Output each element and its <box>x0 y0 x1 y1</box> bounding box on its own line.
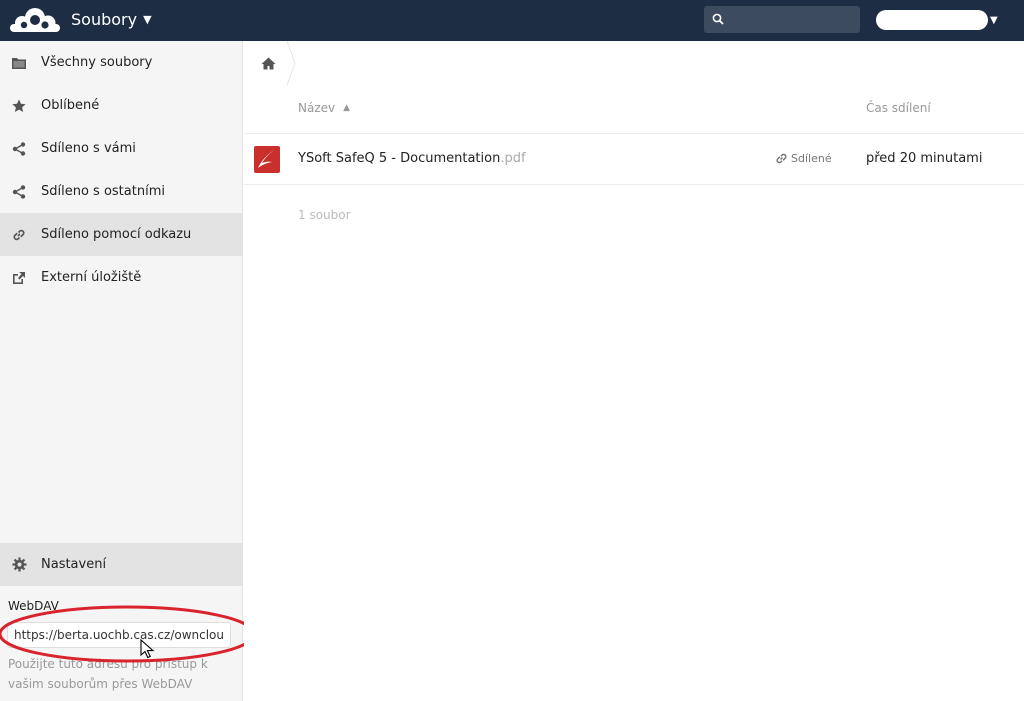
sidebar-item-label: Všechny soubory <box>41 55 153 70</box>
sidebar-item-label: Sdíleno s ostatními <box>41 184 165 199</box>
share-icon <box>9 139 29 159</box>
pdf-file-icon <box>254 146 280 173</box>
sidebar-item-external-storage[interactable]: Externí úložiště <box>0 256 243 299</box>
search-input[interactable] <box>730 9 854 30</box>
sidebar-item-label: Sdíleno s vámi <box>41 141 136 156</box>
sidebar-item-label: Externí úložiště <box>41 270 142 285</box>
folder-icon <box>9 53 29 73</box>
link-icon <box>9 225 29 245</box>
search-icon <box>712 13 724 25</box>
link-icon <box>776 153 787 164</box>
share-status-link[interactable]: Sdílené <box>775 152 832 165</box>
owncloud-logo-icon[interactable] <box>9 6 61 36</box>
sidebar-item-shared-by-link[interactable]: Sdíleno pomocí odkazu <box>0 213 243 256</box>
caret-down-icon: ▼ <box>990 14 998 26</box>
top-header: Soubory ▼ ▼ <box>0 0 1024 41</box>
home-icon[interactable] <box>261 57 276 70</box>
sidebar-item-all-files[interactable]: Všechny soubory <box>0 41 243 84</box>
file-extension: .pdf <box>500 151 526 166</box>
search-box[interactable] <box>704 6 860 33</box>
sidebar-item-label: Oblíbené <box>41 98 100 113</box>
user-name-redacted <box>876 10 988 30</box>
webdav-hint: Použijte tuto adresu pro přístup k vašim… <box>8 657 208 691</box>
share-time: před 20 minutami <box>866 151 983 166</box>
sort-ascending-icon: ▲ <box>343 103 351 113</box>
sidebar-item-favorites[interactable]: Oblíbené <box>0 84 243 127</box>
app-menu[interactable]: Soubory ▼ <box>71 10 152 29</box>
sidebar-item-label: Sdíleno pomocí odkazu <box>41 227 192 242</box>
column-header-share-time[interactable]: Čas sdílení <box>866 101 931 115</box>
gear-icon <box>9 555 29 575</box>
breadcrumb <box>244 41 296 85</box>
share-status-label: Sdílené <box>791 152 832 165</box>
user-menu[interactable]: ▼ <box>876 9 998 31</box>
table-row[interactable]: YSoft SafeQ 5 - Documentation.pdf Sdílen… <box>244 134 1024 185</box>
star-icon <box>9 96 29 116</box>
settings-button[interactable]: Nastavení <box>0 543 243 586</box>
settings-label: Nastavení <box>41 557 107 572</box>
external-storage-icon <box>9 268 29 288</box>
webdav-label: WebDAV <box>8 599 59 613</box>
column-header-name[interactable]: Název ▲ <box>298 101 350 115</box>
breadcrumb-separator-icon <box>286 41 296 85</box>
sidebar-item-shared-with-others[interactable]: Sdíleno s ostatními <box>0 170 243 213</box>
app-title: Soubory <box>71 10 138 29</box>
file-basename: YSoft SafeQ 5 - Documentation <box>298 151 501 166</box>
share-icon <box>9 182 29 202</box>
column-name-label: Název <box>298 101 336 115</box>
file-count-summary: 1 soubor <box>298 208 351 222</box>
main-content: Název ▲ Čas sdílení YSoft SafeQ 5 - Docu… <box>244 41 1024 701</box>
sidebar: Všechny soubory Oblíbené Sdíleno s vámi … <box>0 41 256 701</box>
caret-down-icon: ▼ <box>143 13 152 26</box>
webdav-url-field[interactable] <box>7 622 231 648</box>
file-name[interactable]: YSoft SafeQ 5 - Documentation.pdf <box>298 151 526 166</box>
sidebar-item-shared-with-you[interactable]: Sdíleno s vámi <box>0 127 243 170</box>
